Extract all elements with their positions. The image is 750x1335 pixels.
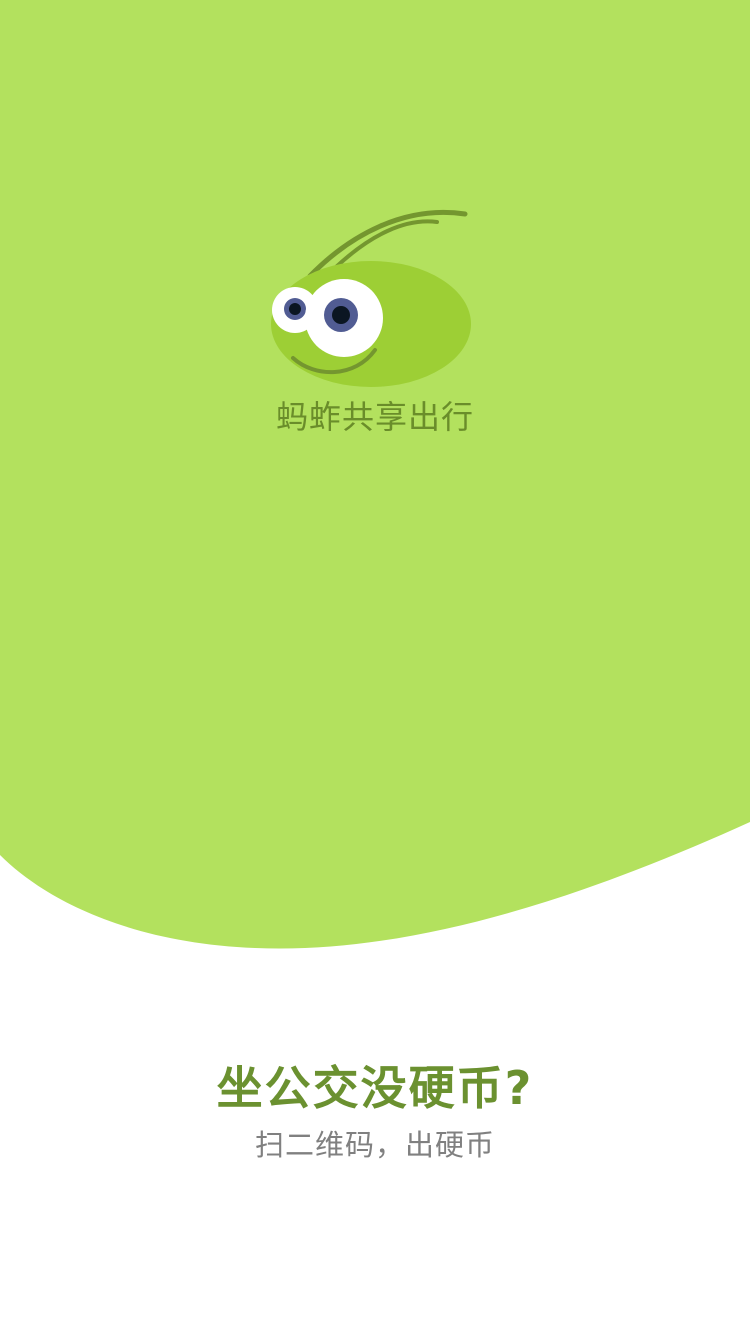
- headline: 坐公交没硬币?: [216, 1061, 534, 1115]
- splash-screen: 蚂蚱共享出行 坐公交没硬币? 扫二维码，出硬币: [0, 0, 750, 1335]
- subline: 扫二维码，出硬币: [254, 1128, 495, 1162]
- app-name: 蚂蚱共享出行: [275, 398, 474, 436]
- grasshopper-logo-icon: [271, 209, 471, 387]
